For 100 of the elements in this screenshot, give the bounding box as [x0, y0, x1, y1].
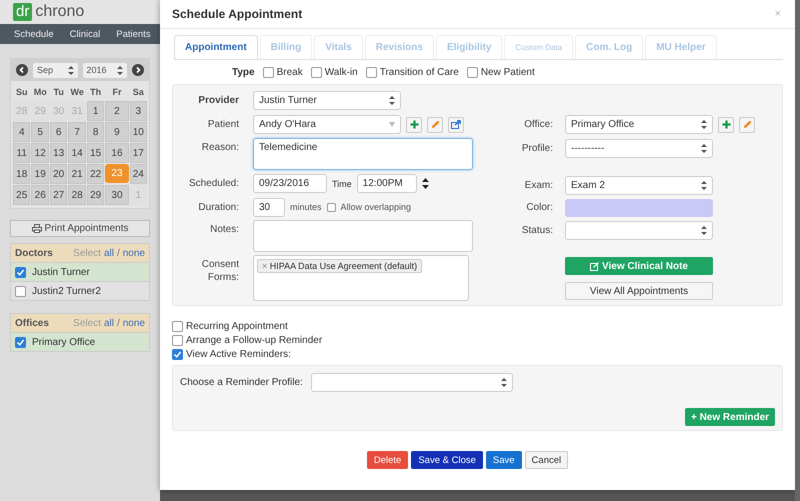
reminder-profile-select[interactable] [310, 373, 513, 392]
calendar-day[interactable]: 11 [13, 143, 30, 163]
select-arrows-icon [500, 378, 507, 387]
notes-field[interactable] [253, 220, 473, 252]
calendar-day[interactable]: 12 [31, 143, 49, 163]
calendar-day[interactable]: 7 [68, 122, 86, 142]
calendar-day[interactable]: 6 [50, 122, 68, 142]
weekday-label: Th [89, 86, 102, 99]
weekday-label: Sa [132, 86, 145, 99]
reason-field[interactable]: Telemedicine [253, 138, 473, 170]
panel-title: Doctors [15, 248, 54, 258]
calendar-day[interactable]: 17 [130, 143, 147, 163]
calendar-day[interactable]: 29 [86, 185, 104, 205]
calendar-day[interactable]: 20 [50, 164, 68, 184]
nav-link[interactable]: Patients [116, 28, 151, 40]
provider-select[interactable]: Justin Turner [253, 90, 401, 110]
filter-item[interactable]: Primary Office [11, 332, 149, 351]
field-label: Patient [206, 119, 240, 130]
select-all-link[interactable]: all [104, 248, 114, 258]
checkbox[interactable] [15, 266, 26, 278]
checkbox[interactable] [15, 286, 26, 296]
calendar-day[interactable]: 26 [31, 185, 49, 205]
calendar-day[interactable]: 3 [130, 101, 147, 121]
checkbox[interactable] [172, 349, 183, 360]
edit-button[interactable] [427, 116, 443, 132]
weekday-label: Fr [111, 86, 122, 99]
next-month-icon[interactable] [132, 64, 144, 76]
calendar-day[interactable]: 15 [86, 143, 104, 163]
month-select[interactable]: Sep [33, 62, 78, 78]
logo-mark: dr [13, 3, 32, 21]
exam-select[interactable]: Exam 2 [565, 176, 713, 194]
footer-button[interactable]: Save & Close [411, 451, 483, 469]
duration-field[interactable]: 30 [253, 198, 285, 216]
select-arrows-icon [389, 96, 395, 104]
checkbox[interactable] [366, 66, 377, 78]
profile-select[interactable]: ---------- [565, 138, 713, 158]
new-reminder-button[interactable]: + New Reminder [685, 408, 775, 426]
select-none-link[interactable]: none [122, 318, 145, 328]
filter-item-label: Justin2 Turner2 [32, 286, 101, 296]
select-all-link[interactable]: all [104, 318, 114, 328]
filter-item[interactable]: Justin2 Turner2 [11, 281, 149, 300]
calendar-day[interactable]: 8 [86, 122, 104, 142]
calendar-day[interactable]: 21 [68, 164, 86, 184]
checkbox[interactable] [326, 202, 336, 212]
nav-link[interactable]: Schedule [14, 28, 54, 40]
add-button[interactable] [406, 116, 422, 132]
select-none-link[interactable]: none [122, 248, 145, 258]
calendar-day[interactable]: 25 [13, 185, 30, 205]
footer-button[interactable]: Cancel [524, 451, 568, 469]
select-label: Select [73, 318, 101, 328]
view-clinical-note-button[interactable]: View Clinical Note [565, 257, 713, 275]
tab[interactable]: Appointment [174, 35, 258, 59]
pencil-icon [430, 120, 440, 129]
calendar-day[interactable]: 18 [13, 164, 30, 184]
add-button[interactable] [718, 116, 734, 132]
calendar-day[interactable]: 14 [68, 143, 86, 163]
calendar-day[interactable]: 28 [68, 185, 86, 205]
checkbox[interactable] [15, 336, 26, 348]
calendar-day[interactable]: 24 [130, 164, 147, 184]
checkbox[interactable] [172, 321, 183, 332]
print-button[interactable]: Print Appointments [10, 220, 150, 237]
consent-tag[interactable]: × HIPAA Data Use Agreement (default) [257, 259, 422, 273]
calendar-day[interactable]: 1 [86, 101, 104, 121]
plus-icon [410, 120, 418, 129]
pencil-icon [742, 120, 752, 129]
field-label: Office: [523, 119, 554, 130]
calendar-day[interactable]: 4 [13, 122, 30, 142]
patient-field[interactable]: Andy O'Hara [253, 115, 401, 134]
filter-item[interactable]: Justin Turner [11, 262, 149, 281]
status-select[interactable] [565, 220, 713, 240]
calendar-day[interactable]: 2 [105, 101, 129, 121]
nav-link[interactable]: Clinical [70, 28, 100, 40]
year-select[interactable]: 2016 [82, 62, 127, 78]
consent-forms-field[interactable]: × HIPAA Data Use Agreement (default) [253, 255, 469, 301]
checkbox[interactable] [262, 66, 274, 78]
calendar-day[interactable]: 22 [86, 164, 104, 184]
checkbox[interactable] [310, 66, 322, 78]
calendar-day[interactable]: 10 [130, 122, 147, 142]
open-button[interactable] [448, 116, 464, 132]
checkbox[interactable] [466, 66, 478, 78]
color-field[interactable] [565, 198, 713, 216]
previous-month-icon[interactable] [16, 64, 28, 76]
office-select[interactable]: Primary Office [565, 115, 713, 134]
calendar-day[interactable]: 5 [31, 122, 49, 142]
date-field[interactable]: 09/23/2016 [253, 174, 327, 193]
footer-button[interactable]: Save [486, 451, 522, 469]
calendar-day[interactable]: 9 [105, 122, 129, 142]
logo-text: chrono [35, 3, 84, 21]
footer-button[interactable]: Delete [366, 451, 408, 469]
calendar-day[interactable]: 19 [31, 164, 49, 184]
checkbox[interactable] [172, 335, 183, 346]
calendar-day[interactable]: 27 [50, 185, 68, 205]
edit-button[interactable] [739, 116, 755, 132]
time-field[interactable]: 12:00PM [356, 174, 417, 193]
calendar-day[interactable]: 30 [105, 185, 129, 205]
calendar-day[interactable]: 16 [105, 143, 129, 163]
view-all-appointments-button[interactable]: View All Appointments [565, 282, 713, 300]
calendar-day[interactable]: 13 [50, 143, 68, 163]
stepper-icon[interactable] [422, 178, 429, 189]
field-label: Profile: [520, 142, 554, 154]
